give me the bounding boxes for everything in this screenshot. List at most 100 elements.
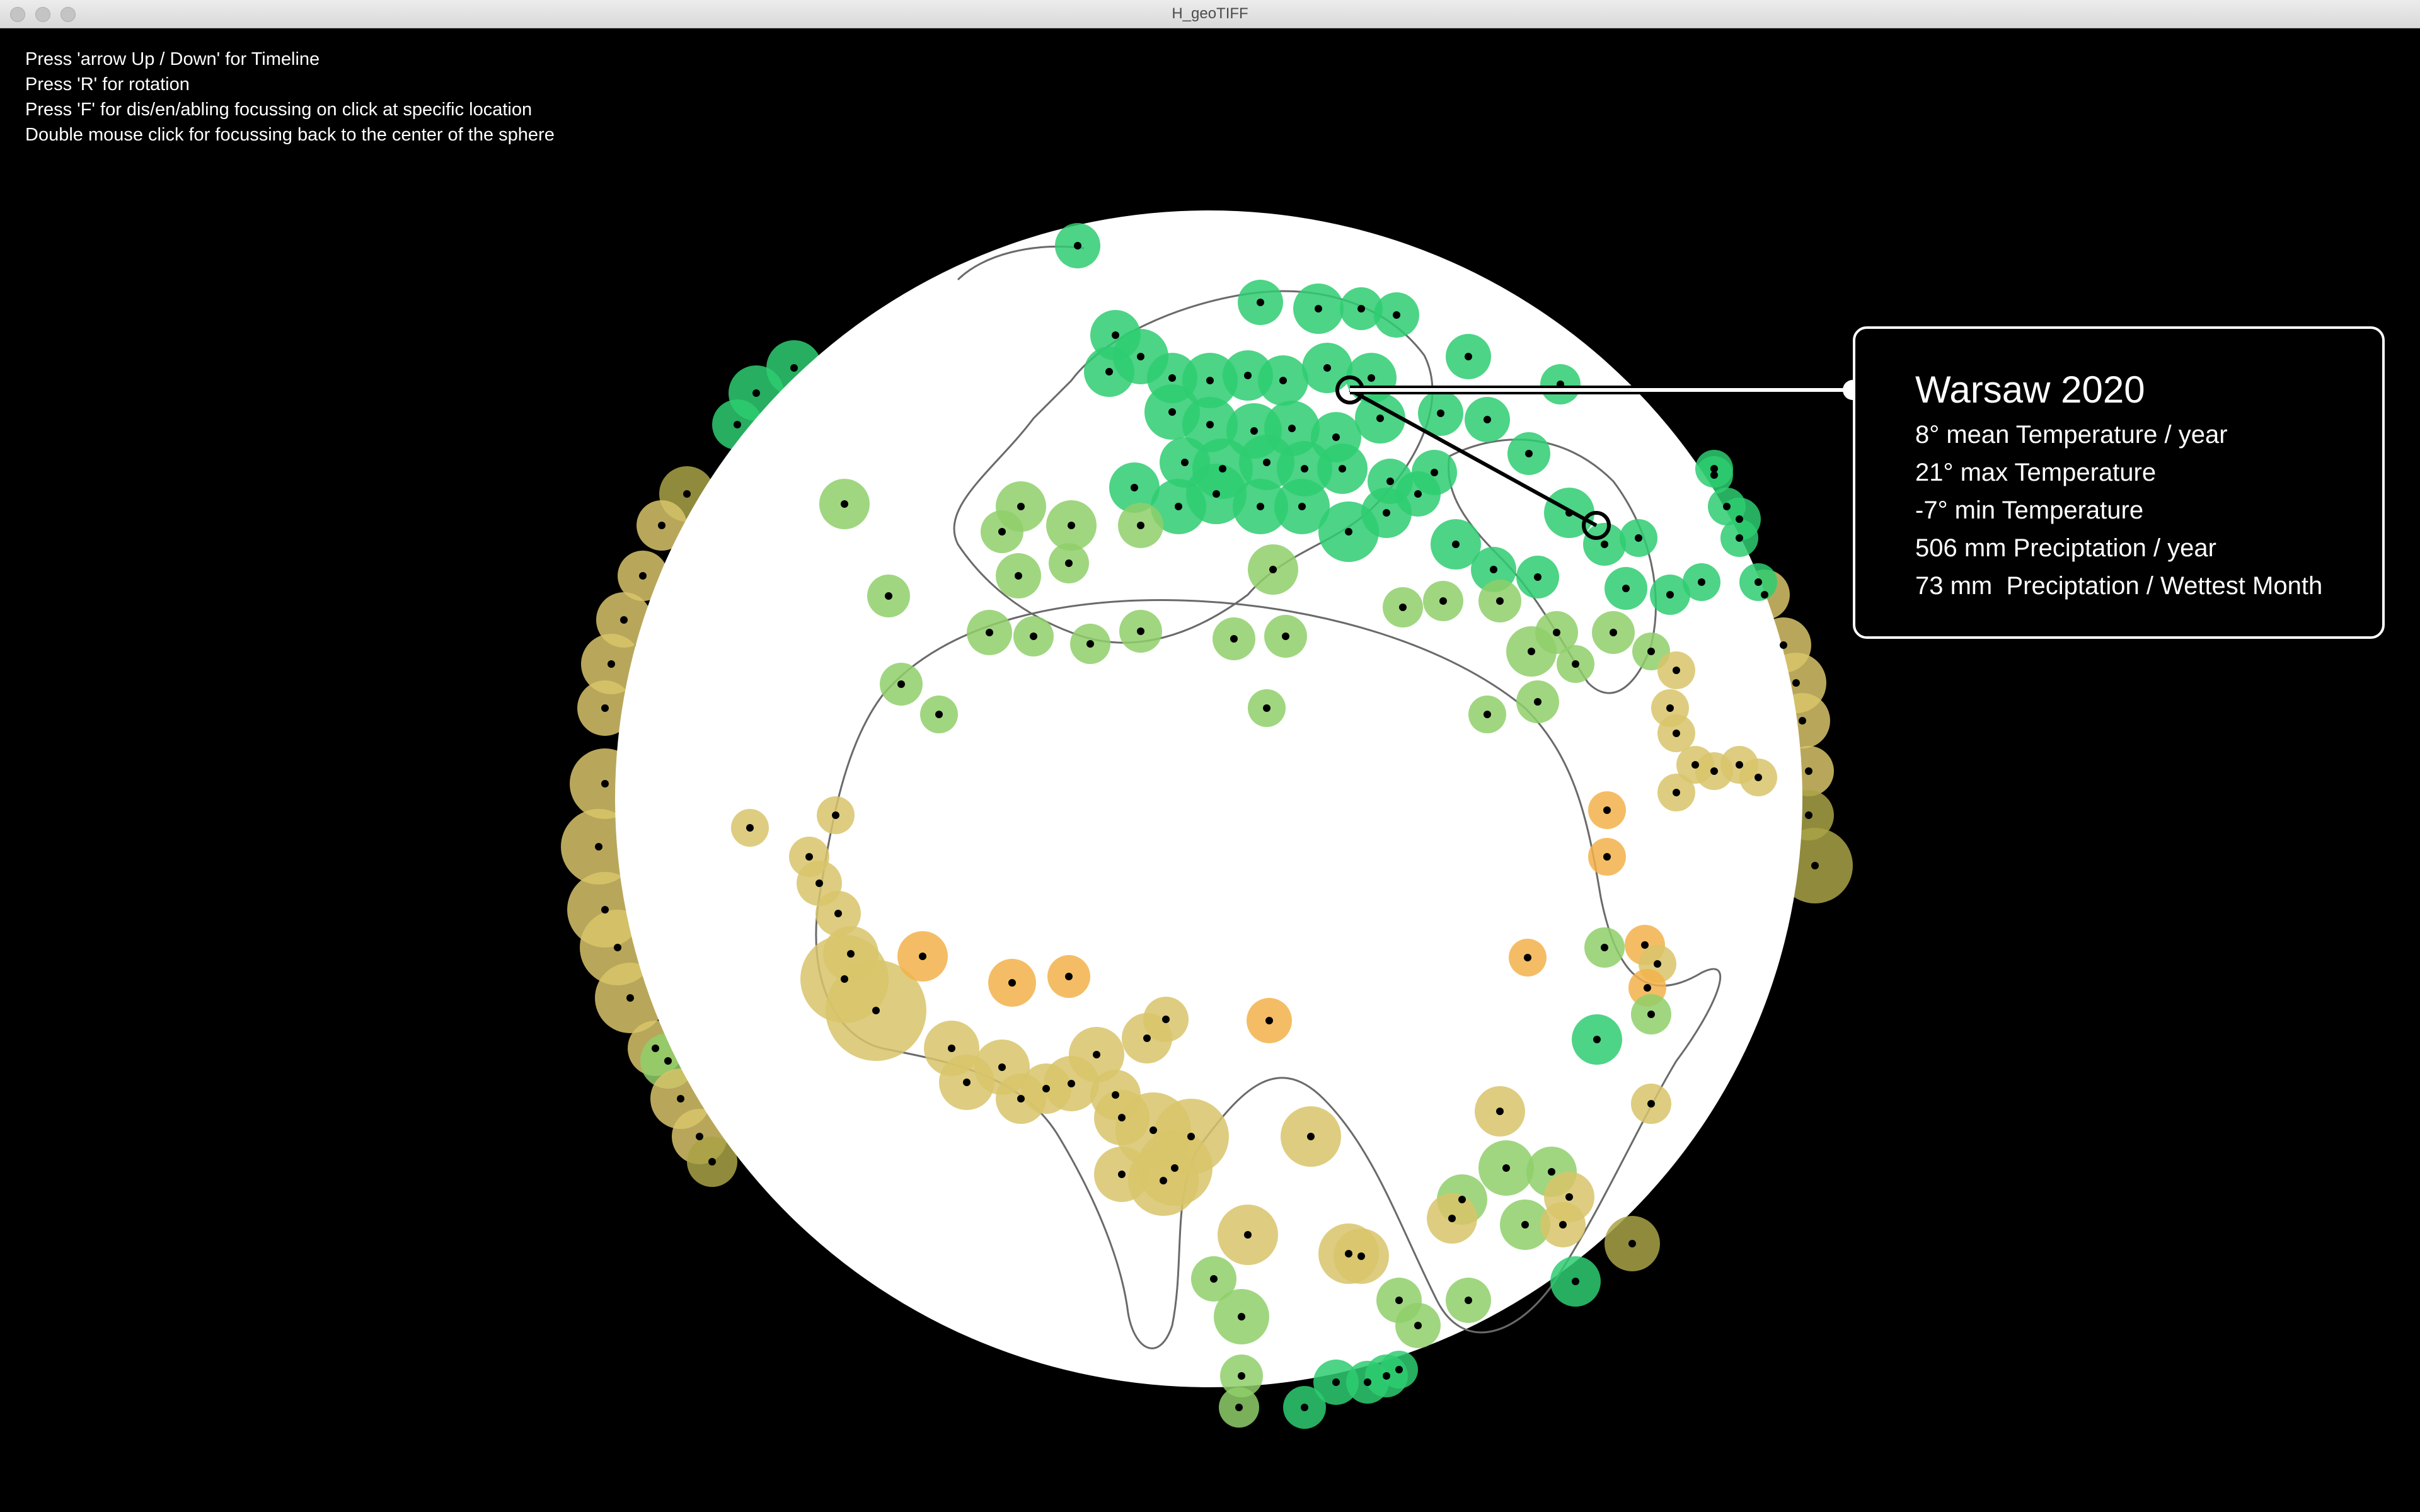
station-dot [1395, 1297, 1403, 1304]
station-dot [1137, 353, 1144, 360]
station-dot [1175, 503, 1182, 510]
station-dot [677, 1095, 684, 1102]
station-dot [1118, 1114, 1126, 1121]
station-dot [1137, 522, 1144, 529]
station-dot [1736, 515, 1743, 523]
station-dot [1086, 640, 1094, 648]
station-dot [1143, 1034, 1151, 1042]
station-dot [1332, 1378, 1340, 1386]
station-dot [1345, 1250, 1352, 1257]
station-dot [1698, 578, 1705, 586]
station-dot [1484, 416, 1491, 423]
station-dot [1307, 1133, 1315, 1140]
station-dot [1279, 377, 1287, 384]
station-dot [1465, 353, 1472, 360]
station-dot [998, 1063, 1006, 1071]
station-dot [1548, 1168, 1555, 1176]
station-dot [1496, 597, 1504, 605]
station-dot [1213, 490, 1220, 498]
station-dot [1030, 633, 1037, 640]
station-dot [1666, 704, 1674, 712]
station-dot [1357, 1252, 1365, 1260]
station-dot [1635, 534, 1642, 542]
station-dot [1263, 459, 1270, 466]
station-dot [734, 421, 741, 428]
globe-map[interactable] [0, 28, 2420, 1512]
station-dot [620, 616, 628, 624]
location-title: Warsaw 2020 [1915, 369, 2145, 411]
station-dot [1414, 490, 1422, 498]
station-dot [1593, 1036, 1601, 1043]
station-dot [1065, 559, 1073, 567]
station-dot [1452, 541, 1460, 548]
station-dot [1673, 789, 1680, 796]
station-dot [1439, 597, 1447, 605]
station-dot [1118, 1171, 1126, 1178]
station-dot [1093, 1051, 1100, 1058]
station-dot [1601, 541, 1608, 548]
station-dot [1553, 629, 1560, 636]
station-dot [1168, 408, 1176, 416]
station-dot [1206, 421, 1214, 428]
station-dot [1710, 767, 1718, 775]
station-dot [1710, 465, 1718, 472]
station-dot [1065, 973, 1073, 980]
station-dot [1528, 648, 1535, 655]
station-dot [1162, 1016, 1170, 1023]
mean-temperature-label: 8° mean Temperature / year [1915, 421, 2228, 449]
station-dot [872, 1007, 880, 1014]
station-dot [1395, 1366, 1403, 1373]
station-dot [1628, 1240, 1636, 1247]
location-info-box: Warsaw 2020 8° mean Temperature / year 2… [1853, 326, 2385, 639]
station-dot [1565, 1193, 1573, 1201]
station-dot [1265, 1017, 1273, 1024]
station-dot [1345, 528, 1352, 536]
station-dot [1490, 566, 1497, 573]
title-bar[interactable]: H_geoTIFF [0, 0, 2420, 28]
station-dot [1238, 1372, 1245, 1380]
station-dot [1008, 979, 1016, 987]
station-dot [683, 490, 691, 498]
station-dot [626, 994, 634, 1002]
station-dot [1219, 465, 1226, 472]
window-title: H_geoTIFF [1172, 5, 1248, 22]
wettest-month-precipitation-label: 73 mm Preciptation / Wettest Month [1915, 572, 2323, 600]
station-dot [1666, 591, 1674, 598]
station-dot [601, 906, 609, 914]
station-dot [1673, 730, 1680, 737]
station-dot [1799, 717, 1806, 724]
station-dot [790, 364, 798, 372]
station-dot [1383, 509, 1390, 517]
station-dot [1641, 941, 1649, 949]
station-dot [1496, 1108, 1504, 1115]
station-dot [1171, 1164, 1178, 1172]
station-dot [1238, 1313, 1245, 1320]
station-dot [1647, 648, 1655, 655]
station-dot [746, 824, 754, 832]
station-dot [696, 1133, 703, 1140]
station-dot [832, 811, 839, 819]
station-dot [1386, 478, 1394, 485]
station-dot [841, 500, 848, 508]
station-dot [1105, 368, 1113, 375]
station-dot [1257, 299, 1264, 306]
station-dot [1206, 377, 1214, 384]
station-dot [963, 1079, 971, 1086]
station-dot [1534, 573, 1541, 581]
min-temperature-label: -7° min Temperature [1915, 496, 2144, 524]
station-dot [1431, 469, 1438, 476]
station-dot [1572, 1278, 1579, 1285]
station-dot [1250, 427, 1258, 435]
station-dot [1332, 433, 1340, 441]
station-dot [1601, 944, 1608, 951]
station-dot [1805, 767, 1812, 775]
station-dot [935, 711, 943, 718]
station-dot [1339, 465, 1346, 472]
station-dot [1230, 635, 1238, 643]
station-dot [1647, 1011, 1655, 1018]
station-dot [1131, 484, 1138, 491]
station-dot [815, 879, 823, 887]
station-dot [1015, 572, 1022, 580]
station-dot [1068, 522, 1075, 529]
station-dot [1357, 305, 1365, 312]
